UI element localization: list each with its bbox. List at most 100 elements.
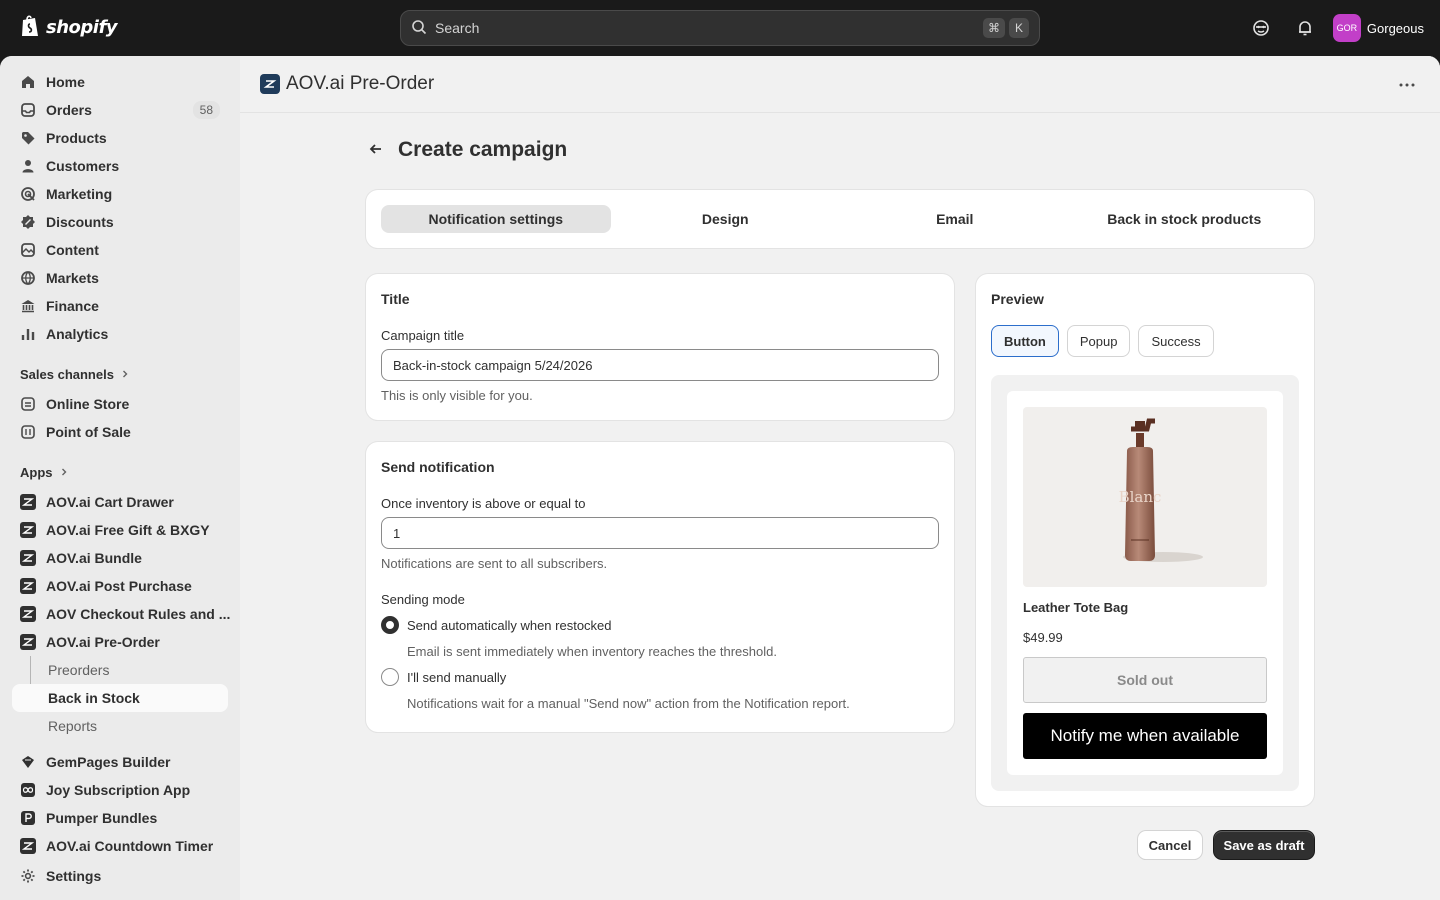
sidebar-item-discounts[interactable]: Discounts	[12, 208, 228, 236]
sending-mode-label: Sending mode	[381, 592, 465, 607]
gempages-icon	[20, 754, 36, 770]
tab-notification-settings[interactable]: Notification settings	[381, 205, 611, 233]
pos-icon	[20, 424, 36, 440]
search-input[interactable]: Search ⌘ K	[400, 10, 1040, 46]
search-icon	[411, 19, 427, 38]
sidebar-item-pumper-bundles[interactable]: Pumper Bundles	[12, 804, 228, 832]
home-icon	[20, 74, 36, 90]
product-image: Blanc	[1023, 407, 1267, 587]
product-price: $49.99	[1023, 630, 1063, 645]
preview-canvas: Blanc Leather Tote Bag $49.99 Sold out N…	[991, 375, 1299, 791]
notify-me-button[interactable]: Notify me when available	[1023, 713, 1267, 759]
storefront-icon	[20, 396, 36, 412]
preview-popup-mode[interactable]: Popup	[1066, 325, 1131, 357]
apps-label: Apps	[20, 464, 53, 480]
gear-icon	[20, 868, 36, 884]
sidebar-item-label: AOV Checkout Rules and ...	[46, 606, 231, 622]
sidebar-item-marketing[interactable]: Marketing	[12, 180, 228, 208]
sidebar-item-label: Marketing	[46, 186, 113, 202]
top-bar: shopify Search ⌘ K GOR Gorgeous	[0, 0, 1440, 56]
campaign-title-label: Campaign title	[381, 328, 465, 343]
person-icon	[20, 158, 36, 174]
orders-icon	[20, 102, 36, 118]
sidebar-item-home[interactable]: Home	[12, 68, 228, 96]
sidebar-app-3[interactable]: AOV.ai Bundle	[12, 544, 228, 572]
sidebar-item-products[interactable]: Products	[12, 124, 228, 152]
sidebar-app-6[interactable]: AOV.ai Pre-Order	[12, 628, 228, 656]
radio-manual-help: Notifications wait for a manual "Send no…	[407, 696, 850, 711]
sidebar-item-reports[interactable]: Reports	[12, 712, 228, 740]
bell-icon[interactable]	[1294, 17, 1316, 39]
sidebar-item-label: Discounts	[46, 214, 114, 230]
globe-icon	[20, 270, 36, 286]
sidebar-item-label: Reports	[48, 718, 98, 734]
sidebar-item-point-of-sale[interactable]: Point of Sale	[12, 418, 228, 446]
infinity-icon	[20, 782, 36, 798]
preview-mode-group: Button Popup Success	[991, 325, 1214, 357]
content-icon	[20, 242, 36, 258]
aov-app-icon	[20, 550, 36, 566]
sidebar-item-gempages[interactable]: GemPages Builder	[12, 748, 228, 776]
search-placeholder: Search	[435, 20, 480, 36]
preview-success-mode[interactable]: Success	[1138, 325, 1214, 357]
radio-auto-help: Email is sent immediately when inventory…	[407, 644, 777, 659]
sidebar-item-markets[interactable]: Markets	[12, 264, 228, 292]
sidebar-item-label: Finance	[46, 298, 99, 314]
shortcut-k-key: K	[1009, 18, 1029, 38]
sidebar-item-label: Back in Stock	[48, 690, 140, 706]
store-name: Gorgeous	[1366, 20, 1424, 36]
sidebar-item-countdown-timer[interactable]: AOV.ai Countdown Timer	[12, 832, 228, 860]
aov-app-icon	[20, 494, 36, 510]
sidebar-app-5[interactable]: AOV Checkout Rules and ...	[12, 600, 231, 628]
save-as-draft-button[interactable]: Save as draft	[1214, 831, 1314, 859]
sidebar-item-orders[interactable]: Orders 58	[12, 96, 228, 124]
sales-channels-header[interactable]: Sales channels	[12, 360, 228, 388]
sidebar-item-label: Preorders	[48, 662, 110, 678]
product-card: Blanc Leather Tote Bag $49.99 Sold out N…	[1007, 391, 1283, 775]
sidebar-item-joy-subscription[interactable]: Joy Subscription App	[12, 776, 228, 804]
radio-button[interactable]	[381, 668, 399, 686]
aov-app-logo-icon	[260, 74, 280, 94]
sidebar-item-settings[interactable]: Settings	[12, 862, 228, 890]
radio-send-automatically[interactable]: Send automatically when restocked	[381, 616, 612, 634]
aov-app-icon	[20, 634, 36, 650]
sidekick-icon[interactable]	[1250, 17, 1272, 39]
apps-header[interactable]: Apps	[12, 458, 228, 486]
app-header: AOV.ai Pre-Order	[240, 56, 1440, 113]
radio-button-selected[interactable]	[381, 616, 399, 634]
sidebar-app-2[interactable]: AOV.ai Free Gift & BXGY	[12, 516, 228, 544]
discount-icon	[20, 214, 36, 230]
sidebar-app-1[interactable]: AOV.ai Cart Drawer	[12, 488, 228, 516]
shopify-logo[interactable]: shopify	[20, 14, 118, 41]
sidebar-item-label: Content	[46, 242, 99, 258]
sidebar-item-finance[interactable]: Finance	[12, 292, 228, 320]
sidebar-app-4[interactable]: AOV.ai Post Purchase	[12, 572, 228, 600]
campaign-title-input[interactable]: Back-in-stock campaign 5/24/2026	[381, 349, 939, 381]
sold-out-button: Sold out	[1023, 657, 1267, 703]
sidebar-item-label: Joy Subscription App	[46, 782, 191, 798]
sidebar-item-preorders[interactable]: Preorders	[12, 656, 228, 684]
sidebar-item-analytics[interactable]: Analytics	[12, 320, 228, 348]
inventory-threshold-input[interactable]: 1	[381, 517, 939, 549]
tab-email[interactable]: Email	[840, 205, 1070, 233]
sidebar-item-label: Analytics	[46, 326, 109, 342]
more-actions-icon[interactable]	[1398, 76, 1416, 97]
cancel-button[interactable]: Cancel	[1138, 831, 1202, 859]
sidebar-item-label: Markets	[46, 270, 99, 286]
sidebar-item-label: AOV.ai Post Purchase	[46, 578, 192, 594]
sidebar-item-back-in-stock[interactable]: Back in Stock	[12, 684, 228, 712]
sidebar-item-online-store[interactable]: Online Store	[12, 390, 228, 418]
back-arrow-icon[interactable]	[366, 139, 386, 162]
sidebar-item-content[interactable]: Content	[12, 236, 228, 264]
send-notification-card: Send notification Once inventory is abov…	[366, 442, 954, 732]
tab-back-in-stock-products[interactable]: Back in stock products	[1070, 205, 1300, 233]
pumper-icon	[20, 810, 36, 826]
tab-design[interactable]: Design	[611, 205, 841, 233]
store-menu[interactable]: GOR Gorgeous	[1332, 14, 1424, 42]
preview-button-mode[interactable]: Button	[991, 325, 1059, 357]
bank-icon	[20, 298, 36, 314]
sidebar-item-customers[interactable]: Customers	[12, 152, 228, 180]
page-header: Create campaign	[366, 138, 567, 162]
app-title: AOV.ai Pre-Order	[286, 73, 435, 94]
radio-send-manually[interactable]: I'll send manually	[381, 668, 506, 686]
